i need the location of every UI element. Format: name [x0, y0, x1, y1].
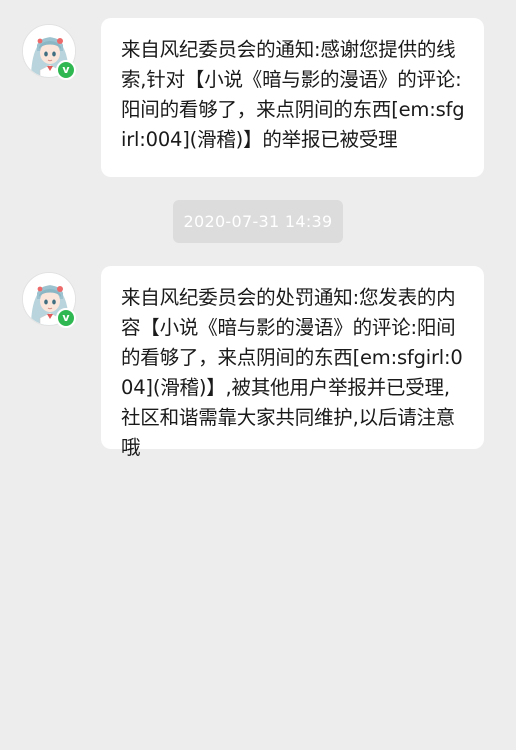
verified-badge-icon: v: [56, 60, 76, 80]
verified-badge-icon: v: [56, 308, 76, 328]
message-bubble[interactable]: 来自风纪委员会的处罚通知:您发表的内容【小说《暗与影的漫语》的评论:阳间的看够了…: [101, 266, 484, 459]
message-bubble[interactable]: 来自风纪委员会的通知:感谢您提供的线索,针对【小说《暗与影的漫语》的评论:阳间的…: [101, 18, 484, 177]
timestamp-label: 2020-07-31 14:39: [173, 200, 343, 243]
